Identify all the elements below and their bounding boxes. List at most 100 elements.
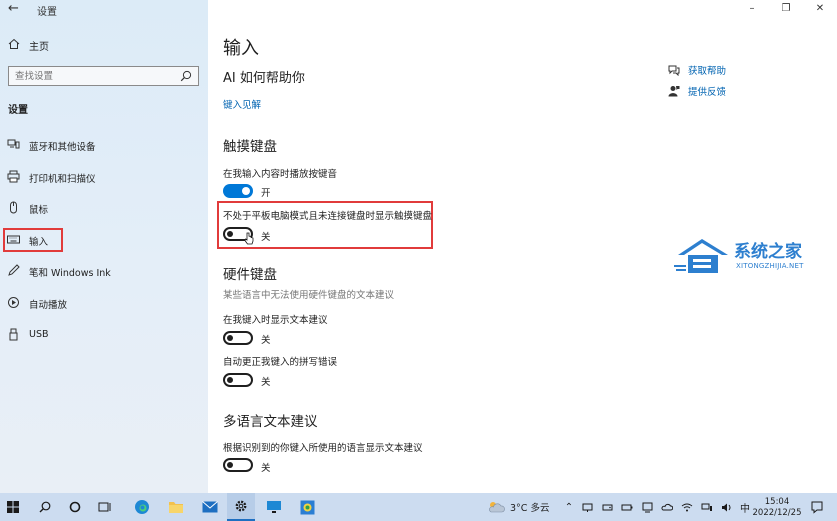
multilingual-title: 多语言文本建议: [223, 414, 318, 430]
get-help-label: 获取帮助: [688, 66, 727, 77]
start-button[interactable]: [0, 493, 26, 521]
mouse-icon: [10, 201, 17, 214]
feedback-label: 提供反馈: [688, 87, 727, 98]
tray-storage-item[interactable]: [600, 493, 614, 521]
get-help-link[interactable]: 获取帮助: [668, 63, 726, 77]
monitor-icon: [267, 501, 281, 513]
tray-item[interactable]: [620, 493, 634, 521]
typing-insights-link[interactable]: 键入见解: [223, 97, 261, 111]
sidebar-section-title: 设置: [8, 105, 28, 116]
tray-network-status[interactable]: [700, 493, 714, 521]
input-method-indicator[interactable]: 中: [738, 493, 752, 521]
tray-overflow-button[interactable]: ⌃: [562, 493, 576, 521]
battery-icon: [621, 504, 633, 510]
show-touch-keyboard-state: 关: [261, 232, 271, 243]
tray-volume[interactable]: [720, 493, 734, 521]
network-icon: [582, 503, 592, 512]
sidebar-item-mouse[interactable]: 鼠标: [0, 197, 208, 219]
sidebar-item-label: 自动播放: [29, 300, 68, 311]
search-icon: [180, 70, 192, 82]
page-title: 输入: [223, 38, 259, 59]
taskbar-settings[interactable]: [227, 493, 255, 521]
weather-text: 3°C 多云: [510, 503, 550, 514]
autocorrect-toggle[interactable]: [223, 373, 253, 387]
tray-network-item[interactable]: [580, 493, 594, 521]
clock-date: 2022/12/25: [752, 508, 802, 518]
cloud-sync-icon: [661, 503, 673, 510]
key-sound-toggle[interactable]: [223, 184, 253, 198]
wifi-icon: [681, 503, 693, 511]
display-icon: [642, 502, 652, 512]
cortana-button[interactable]: [62, 493, 88, 521]
minimize-button[interactable]: –: [735, 0, 769, 16]
tray-wifi-item[interactable]: [680, 493, 694, 521]
taskbar: 3°C 多云 ⌃ 中 15:04 2022/12/25: [0, 493, 837, 521]
active-item-highlight: [3, 228, 63, 252]
notification-icon[interactable]: [810, 500, 824, 514]
autocorrect-label: 自动更正我键入的拼写错误: [223, 357, 338, 368]
gear-icon: [235, 500, 247, 512]
watermark-name: 系统之家: [734, 242, 802, 262]
hardware-keyboard-title: 硬件键盘: [223, 267, 277, 283]
back-arrow-icon[interactable]: ←: [8, 1, 19, 16]
sidebar-item-label: 主页: [29, 42, 49, 53]
ai-section-title: AI 如何帮助你: [223, 71, 305, 86]
search-icon: [39, 501, 51, 513]
sidebar-item-home[interactable]: 主页: [0, 34, 208, 56]
sidebar-item-label: 笔和 Windows Ink: [29, 268, 111, 279]
task-view-icon: [98, 502, 111, 512]
taskbar-file-explorer[interactable]: [162, 493, 190, 521]
autocorrect-state: 关: [261, 377, 271, 388]
bluetooth-icon: [7, 139, 20, 149]
sidebar-item-label: USB: [29, 329, 49, 340]
show-touch-keyboard-label: 不处于平板电脑模式且未连接键盘时显示触摸键盘: [223, 211, 433, 222]
pen-icon: [8, 264, 20, 276]
taskbar-search-button[interactable]: [32, 493, 58, 521]
edge-icon: [135, 500, 149, 514]
volume-icon: [722, 503, 731, 511]
text-suggestions-toggle[interactable]: [223, 331, 253, 345]
usb-icon: [9, 328, 18, 341]
maximize-button[interactable]: ❐: [769, 0, 803, 16]
touch-keyboard-title: 触摸键盘: [223, 139, 277, 155]
sidebar-item-usb[interactable]: USB: [0, 324, 208, 346]
weather-widget[interactable]: 3°C 多云: [487, 493, 549, 521]
sidebar-item-label: 鼠标: [29, 205, 49, 216]
taskbar-edge[interactable]: [128, 493, 156, 521]
sidebar-item-pen[interactable]: 笔和 Windows Ink: [0, 260, 208, 282]
close-button[interactable]: ✕: [803, 0, 837, 16]
watermark-url: XITONGZHIJIA.NET: [736, 262, 804, 270]
task-view-button[interactable]: [92, 493, 118, 521]
clock[interactable]: 15:04 2022/12/25: [752, 497, 802, 519]
cortana-icon: [69, 501, 81, 513]
home-icon: [8, 38, 20, 49]
taskbar-app[interactable]: [293, 493, 321, 521]
taskbar-remote-desktop[interactable]: [260, 493, 288, 521]
window-controls: – ❐ ✕: [735, 0, 837, 18]
house-logo-icon: [674, 239, 728, 273]
key-sound-state: 开: [261, 188, 271, 199]
help-chat-icon: [668, 65, 680, 76]
text-suggestions-label: 在我键入时显示文本建议: [223, 315, 328, 326]
taskbar-mail[interactable]: [196, 493, 224, 521]
sidebar-item-label: 打印机和扫描仪: [29, 174, 96, 185]
tray-item[interactable]: [640, 493, 654, 521]
ethernet-icon: [701, 503, 712, 511]
sidebar-item-label: 蓝牙和其他设备: [29, 142, 96, 153]
search-box[interactable]: [8, 66, 199, 86]
hardware-keyboard-note: 某些语言中无法使用硬件键盘的文本建议: [223, 290, 395, 301]
feedback-link[interactable]: 提供反馈: [668, 84, 726, 98]
folder-icon: [169, 502, 183, 513]
mail-icon: [202, 501, 218, 513]
sidebar-item-autoplay[interactable]: 自动播放: [0, 292, 208, 314]
watermark: 系统之家 XITONGZHIJIA.NET: [674, 235, 834, 277]
multilingual-state: 关: [261, 463, 271, 474]
sidebar-item-bluetooth[interactable]: 蓝牙和其他设备: [0, 134, 208, 156]
printer-icon: [7, 170, 20, 183]
multilingual-toggle[interactable]: [223, 458, 253, 472]
multilingual-label: 根据识别到的你键入所使用的语言显示文本建议: [223, 443, 423, 454]
search-input[interactable]: [9, 67, 174, 85]
mouse-cursor-icon: [244, 232, 254, 245]
sidebar-item-printers[interactable]: 打印机和扫描仪: [0, 166, 208, 188]
tray-item[interactable]: [660, 493, 674, 521]
